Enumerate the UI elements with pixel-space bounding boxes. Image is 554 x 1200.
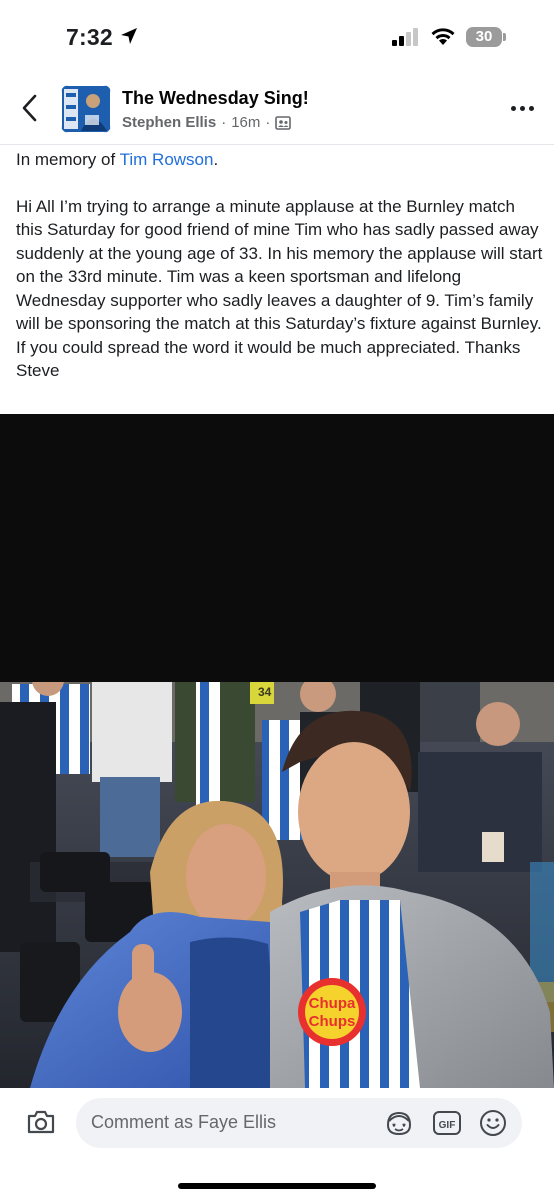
author-name[interactable]: Stephen Ellis <box>122 114 216 131</box>
back-button[interactable] <box>14 92 46 124</box>
more-dots-icon <box>510 105 516 111</box>
gif-icon: GIF <box>433 1111 461 1135</box>
post-meta: Stephen Ellis · 16m · <box>122 114 292 131</box>
gif-label: GIF <box>439 1120 456 1131</box>
post-photo[interactable]: Chupa Chups 34 <box>0 682 554 1088</box>
memory-suffix: . <box>213 150 219 169</box>
battery-cap <box>503 33 506 41</box>
home-indicator[interactable] <box>178 1183 376 1189</box>
more-dot <box>528 105 534 111</box>
comment-input[interactable]: Comment as Faye Ellis GIF <box>76 1098 522 1148</box>
group-avatar-image <box>61 85 111 133</box>
post-body: In memory of Tim Rowson. Hi All I’m tryi… <box>16 148 546 383</box>
comment-placeholder: Comment as Faye Ellis <box>91 1112 277 1132</box>
signal-icon <box>392 28 418 46</box>
stand-number: 34 <box>258 685 272 699</box>
more-options-button[interactable] <box>506 96 538 120</box>
post-header: The Wednesday Sing! Stephen Ellis · 16m … <box>0 74 554 145</box>
location-arrow-icon <box>121 28 137 44</box>
memory-line: In memory of Tim Rowson. <box>16 148 546 172</box>
post-time[interactable]: 16m <box>231 114 260 131</box>
group-avatar[interactable] <box>61 85 111 133</box>
meta-separator: · <box>221 114 227 131</box>
battery-icon: 30 <box>466 27 502 47</box>
shirt-logo-top: Chupa <box>309 995 356 1012</box>
shirt-logo-bottom: Chups <box>309 1013 356 1030</box>
emoji-icon[interactable] <box>478 1108 508 1138</box>
gif-button[interactable]: GIF <box>432 1109 462 1142</box>
wifi-icon <box>431 28 455 45</box>
memory-prefix: In memory of <box>16 150 120 169</box>
battery-level: 30 <box>475 28 493 45</box>
post-media-black[interactable] <box>0 414 554 682</box>
memory-mention-link[interactable]: Tim Rowson <box>120 150 214 169</box>
more-dot <box>519 105 525 111</box>
status-time: 7:32 <box>66 24 113 50</box>
avatar-sticker-icon[interactable] <box>384 1109 414 1137</box>
back-chevron-icon <box>22 94 37 122</box>
group-name[interactable]: The Wednesday Sing! <box>122 88 309 109</box>
camera-icon[interactable] <box>26 1109 56 1135</box>
meta-separator-2: · <box>265 114 271 131</box>
post-text: Hi All I’m trying to arrange a minute ap… <box>16 196 543 381</box>
selfie-photo: Chupa Chups 34 <box>0 682 554 1088</box>
status-bar: 7:32 30 <box>0 0 554 74</box>
group-privacy-icon <box>275 115 292 130</box>
